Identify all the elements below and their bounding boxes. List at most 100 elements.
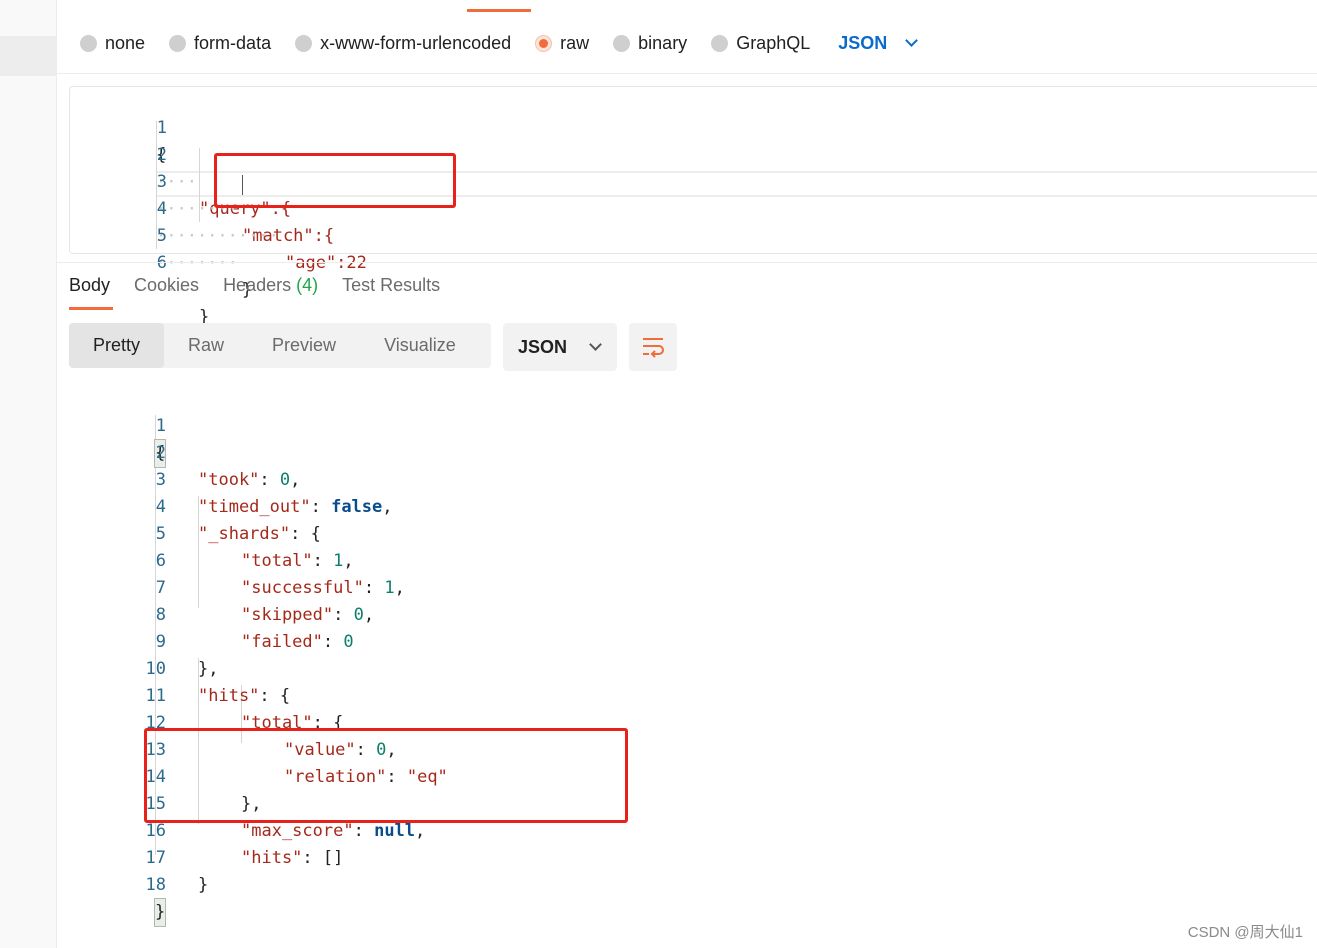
wrap-lines-button[interactable] [629, 323, 677, 371]
code-line: 17 } [69, 818, 208, 895]
line-number: 18 [145, 875, 166, 895]
line-number: 14 [145, 767, 166, 787]
line-number: 5 [156, 226, 167, 246]
body-type-raw[interactable]: raw [535, 33, 589, 54]
view-mode-pretty[interactable]: Pretty [69, 323, 165, 368]
code-text: "total": { [241, 713, 344, 733]
code-line: 4 ············ "age":22 [70, 169, 367, 273]
line-number: 3 [156, 172, 167, 192]
code-line: 6 "successful": 1, [69, 521, 405, 598]
body-type-binary[interactable]: binary [613, 33, 687, 54]
active-response-tab-indicator [69, 307, 113, 310]
view-mode-preview[interactable]: Preview [248, 323, 360, 368]
code-line: 16 "hits": [] [69, 791, 343, 868]
code-text: } [153, 898, 167, 927]
chevron-down-icon [905, 34, 919, 47]
line-number: 2 [155, 443, 166, 463]
body-type-none[interactable]: none [80, 33, 145, 54]
response-body-viewer[interactable]: 1 { 2 "took": 0, 3 "timed_out": false, 4… [69, 385, 1269, 927]
code-line: 14 }, [69, 737, 261, 814]
radio-icon [613, 34, 631, 52]
line-number: 3 [155, 470, 166, 490]
code-line: 15 "max_score": null, [69, 764, 425, 841]
json-key: "total" [241, 551, 313, 571]
json-key: "relation" [284, 767, 387, 787]
tab-headers-label: Headers [223, 275, 292, 295]
whitespace-dots: ········ [156, 253, 238, 273]
code-line: 13 "relation": "eq" [69, 710, 447, 787]
line-number: 10 [145, 659, 166, 679]
line-number: 6 [156, 253, 167, 273]
code-text: "relation": "eq" [284, 767, 448, 787]
json-number: 1 [384, 578, 395, 598]
line-number: 15 [145, 794, 166, 814]
code-text: }, [198, 659, 219, 679]
line-number: 4 [155, 497, 166, 517]
view-mode-raw[interactable]: Raw [164, 323, 248, 368]
sidebar-selected-item[interactable] [0, 36, 57, 76]
json-key: "max_score" [241, 821, 354, 841]
divider [57, 73, 1317, 74]
code-text: "failed": 0 [241, 632, 354, 652]
body-type-label: GraphQL [736, 32, 811, 53]
line-number: 17 [145, 848, 166, 868]
code-text: "max_score": null, [241, 821, 426, 841]
radio-icon [169, 34, 187, 52]
body-type-selector: none form-data x-www-form-urlencoded raw… [80, 30, 919, 56]
whitespace-dots: ············ [156, 226, 279, 246]
body-type-label: binary [638, 32, 688, 53]
code-line: 8 "failed": 0 [69, 575, 354, 652]
json-key: "skipped" [241, 605, 334, 625]
tab-cookies[interactable]: Cookies [134, 275, 199, 301]
code-text: "value": 0, [284, 740, 397, 760]
radio-icon [295, 34, 313, 52]
json-number: 0 [279, 470, 291, 490]
code-line: 5 "total": 1, [69, 494, 354, 571]
json-number: 1 [333, 551, 344, 571]
json-key: "hits" [198, 686, 260, 706]
json-number: 0 [353, 605, 364, 625]
tab-test-results[interactable]: Test Results [342, 275, 440, 301]
line-number: 9 [155, 632, 166, 652]
json-key: "total" [241, 713, 313, 733]
tab-headers[interactable]: Headers (4) [223, 275, 318, 301]
chevron-down-icon [589, 338, 602, 351]
code-line: 5 ········ } [70, 196, 252, 300]
request-body-editor[interactable]: 1 { 2 ···· "query":{ 3 ········ "match":… [69, 86, 1317, 327]
line-number: 1 [155, 416, 166, 436]
line-number: 16 [145, 821, 166, 841]
line-number: 2 [156, 145, 167, 165]
code-line: 18 } [69, 845, 167, 927]
json-number: 0 [376, 740, 387, 760]
json-key: "failed" [241, 632, 323, 652]
code-text: "took": 0, [198, 470, 301, 490]
json-keyword: false [331, 497, 383, 517]
code-text: }, [241, 794, 262, 814]
watermark: CSDN @周大仙1 [1187, 924, 1303, 941]
json-keyword: null [374, 821, 416, 841]
code-line: 9 }, [69, 602, 219, 679]
radio-selected-icon [535, 34, 553, 52]
body-type-graphql[interactable]: GraphQL [711, 33, 810, 54]
view-mode-visualize[interactable]: Visualize [360, 323, 480, 368]
code-line: 3 ········ "match":{ [70, 142, 334, 246]
tab-body[interactable]: Body [69, 275, 110, 301]
body-type-label: raw [560, 32, 590, 53]
body-type-urlencoded[interactable]: x-www-form-urlencoded [295, 33, 511, 54]
line-number: 5 [155, 524, 166, 544]
code-line: 11 "total": { [69, 656, 343, 733]
code-text: "hits": { [198, 686, 291, 706]
active-request-tab-indicator [467, 9, 531, 12]
response-format-dropdown[interactable]: JSON [503, 323, 617, 371]
json-key: "took" [198, 470, 260, 490]
code-line: 2 "took": 0, [69, 413, 301, 490]
code-line: 6 ···· } [70, 223, 209, 327]
json-number: 0 [343, 632, 354, 652]
wrap-lines-icon [643, 338, 664, 358]
json-key: "_shards" [198, 524, 291, 544]
code-text: "_shards": { [198, 524, 321, 544]
line-number: 7 [155, 578, 166, 598]
body-type-form-data[interactable]: form-data [169, 33, 271, 54]
code-line: 3 "timed_out": false, [69, 440, 393, 517]
raw-language-dropdown[interactable]: JSON [838, 33, 919, 54]
